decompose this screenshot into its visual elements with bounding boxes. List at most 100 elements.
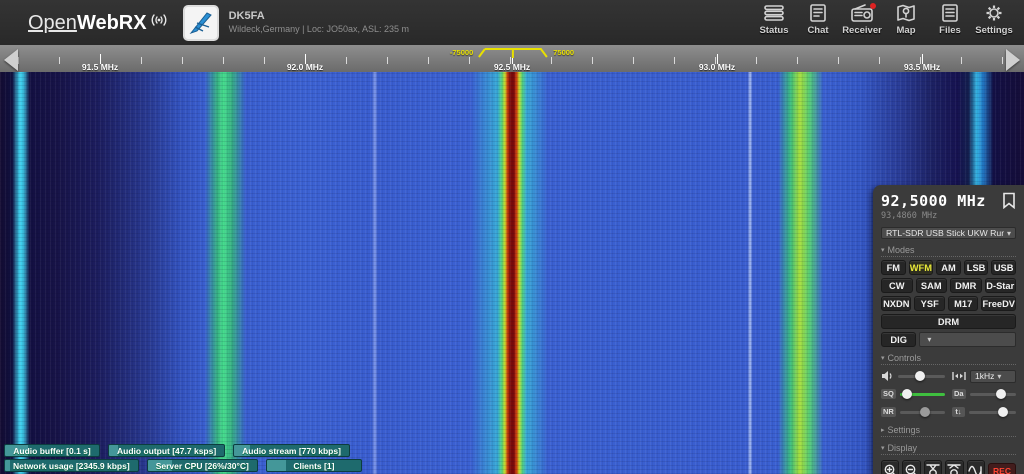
audio-output-pill: Audio output [47.7 ksps] — [108, 444, 225, 457]
nav-item-map[interactable]: Map — [884, 3, 928, 36]
volume-slider[interactable] — [898, 369, 945, 383]
receiver-avatar[interactable] — [183, 5, 219, 41]
map-icon — [895, 3, 917, 23]
chevron-down-icon: ▾ — [997, 372, 1001, 381]
tuning-step-value: 1kHz — [975, 371, 994, 381]
nav-label: Receiver — [842, 25, 882, 36]
mode-button-drm[interactable]: DRM — [881, 314, 1016, 329]
waterfall-max-slider[interactable] — [970, 387, 1016, 401]
mode-button-fm[interactable]: FM — [881, 260, 906, 275]
tuned-frequency-display[interactable]: 92,5000 MHz — [881, 192, 986, 210]
nav-label: Files — [939, 25, 961, 36]
mode-button-ysf[interactable]: YSF — [914, 296, 944, 311]
nav-item-files[interactable]: Files — [928, 3, 972, 36]
speaker-icon[interactable] — [881, 370, 894, 382]
scale-label: 91.5 MHz — [82, 62, 118, 72]
display-section-header[interactable]: ▾ Display — [881, 443, 1016, 455]
receiver-details: Wildeck,Germany | Loc: JO50ax, ASL: 235 … — [229, 24, 409, 35]
scale-label: 93.5 MHz — [904, 62, 940, 72]
mode-button-am[interactable]: AM — [936, 260, 961, 275]
scale-label: 92.0 MHz — [287, 62, 323, 72]
scale-label: 93.0 MHz — [699, 62, 735, 72]
mode-button-cw[interactable]: CW — [881, 278, 913, 293]
nav-label: Chat — [807, 25, 828, 36]
nav-item-status[interactable]: Status — [752, 3, 796, 36]
receiver-panel: 92,5000 MHz 93,4860 MHz RTL-SDR USB Stic… — [873, 185, 1024, 474]
zoom-out-button[interactable] — [902, 460, 920, 474]
glider-logo-icon — [187, 9, 215, 37]
mode-button-m17[interactable]: M17 — [948, 296, 978, 311]
bandwidth-icon[interactable] — [952, 371, 966, 381]
antenna-icon — [149, 11, 169, 35]
scale-label: 92.5 MHz — [494, 62, 530, 72]
controls-section-header[interactable]: ▾ Controls — [881, 353, 1016, 365]
record-button[interactable]: REC — [988, 463, 1016, 474]
scroll-right-arrow[interactable] — [1006, 49, 1020, 71]
mode-button-dmr[interactable]: DMR — [950, 278, 982, 293]
status-row: Network usage [2345.9 kbps] Server CPU [… — [4, 459, 362, 472]
waterfall-auto-badge[interactable]: Da — [952, 389, 966, 399]
header-nav: Status Chat Receiver — [752, 3, 1016, 36]
waterfall-display[interactable] — [0, 72, 1024, 474]
settings-gear-icon — [983, 3, 1005, 23]
passband-shape — [473, 46, 553, 60]
passband-low-label: -75000 — [450, 48, 473, 57]
noise-reduction-slider[interactable] — [900, 405, 945, 419]
receiver-callsign: DK5FA — [229, 10, 409, 24]
status-row: Audio buffer [0.1 s] Audio output [47.7 … — [4, 444, 362, 457]
bookmark-icon[interactable] — [1002, 192, 1016, 209]
passband-high-label: 75000 — [553, 48, 574, 57]
mode-button-lsb[interactable]: LSB — [964, 260, 989, 275]
mode-button-wfm[interactable]: WFM — [909, 260, 934, 275]
noise-reduction-badge: NR — [881, 407, 896, 417]
sdr-profile-select[interactable]: RTL-SDR USB Stick UKW Rundfunk ▾ — [881, 227, 1016, 239]
logo-open: Open — [28, 12, 77, 35]
zoom-in-button[interactable] — [881, 460, 899, 474]
nav-label: Settings — [975, 25, 1012, 36]
spectrum-toggle-button[interactable] — [967, 460, 985, 474]
digital-mode-select[interactable]: ▾ — [919, 332, 1016, 347]
nav-label: Status — [759, 25, 788, 36]
audio-stream-pill: Audio stream [770 kbps] — [233, 444, 350, 457]
frequency-scale[interactable]: 91.5 MHz 92.0 MHz 92.5 MHz 93.0 MHz 93.5… — [0, 45, 1024, 72]
chevron-down-icon: ▾ — [881, 246, 885, 254]
modes-section-header[interactable]: ▾ Modes — [881, 245, 1016, 257]
tuning-step-select[interactable]: 1kHz ▾ — [970, 370, 1016, 383]
logo-webrx: WebRX — [77, 12, 147, 35]
scroll-left-arrow[interactable] — [4, 49, 18, 71]
openwebrx-app: OpenWebRX DK5FA Wildeck,Germany | Loc: J… — [0, 0, 1024, 474]
waterfall-min-slider[interactable] — [969, 405, 1016, 419]
nav-item-settings[interactable]: Settings — [972, 3, 1016, 36]
zoom-out-total-button[interactable] — [945, 460, 963, 474]
mode-button-dig[interactable]: DIG — [881, 332, 916, 347]
section-label: Modes — [888, 245, 915, 255]
nav-item-receiver[interactable]: Receiver — [840, 3, 884, 36]
tail-badge[interactable]: t↓ — [952, 407, 965, 417]
nav-label: Map — [897, 25, 916, 36]
server-cpu-pill: Server CPU [26%/30°C] — [147, 459, 258, 472]
section-label: Controls — [888, 353, 922, 363]
zoom-in-total-button[interactable] — [924, 460, 942, 474]
chevron-down-icon: ▾ — [927, 335, 931, 344]
chevron-right-icon: ▸ — [881, 426, 885, 434]
squelch-slider[interactable] — [900, 387, 945, 401]
squelch-badge: SQ — [881, 389, 896, 399]
mode-button-sam[interactable]: SAM — [916, 278, 948, 293]
mode-button-usb[interactable]: USB — [991, 260, 1016, 275]
chat-icon — [807, 3, 829, 23]
settings-section-header[interactable]: ▸ Settings — [881, 425, 1016, 437]
status-icon — [762, 3, 786, 23]
chevron-down-icon: ▾ — [881, 354, 885, 362]
mode-button-dstar[interactable]: D-Star — [985, 278, 1017, 293]
mode-button-freedv[interactable]: FreeDV — [981, 296, 1016, 311]
chevron-down-icon: ▾ — [881, 444, 885, 452]
status-bar: Audio buffer [0.1 s] Audio output [47.7 … — [4, 444, 362, 472]
tuning-passband-indicator[interactable]: -75000 75000 — [450, 46, 574, 60]
files-icon — [939, 3, 961, 23]
nav-item-chat[interactable]: Chat — [796, 3, 840, 36]
sdr-profile-value: RTL-SDR USB Stick UKW Rundfunk — [886, 228, 1004, 238]
clients-pill: Clients [1] — [266, 459, 362, 472]
header: OpenWebRX DK5FA Wildeck,Germany | Loc: J… — [0, 0, 1024, 45]
mode-button-nxdn[interactable]: NXDN — [881, 296, 911, 311]
openwebrx-logo[interactable]: OpenWebRX — [28, 11, 169, 35]
